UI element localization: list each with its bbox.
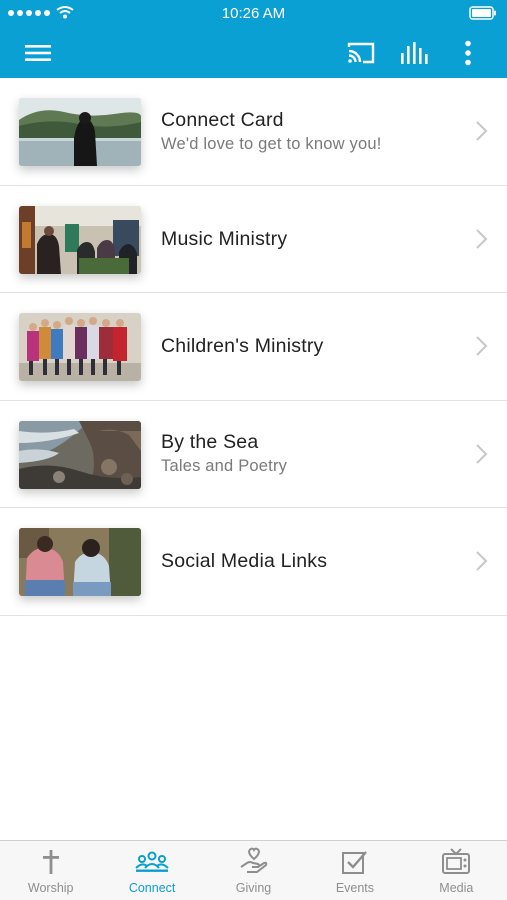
chevron-right-icon xyxy=(476,336,488,356)
battery-icon xyxy=(469,6,497,24)
tab-events[interactable]: Events xyxy=(304,841,405,900)
music-ministry-thumbnail xyxy=(19,205,141,274)
tab-label: Giving xyxy=(235,881,272,895)
equalizer-icon[interactable] xyxy=(395,28,435,78)
cross-icon xyxy=(41,841,61,877)
menu-icon[interactable] xyxy=(18,28,58,78)
status-time: 10:26 AM xyxy=(221,5,286,22)
nav-bar xyxy=(0,28,507,78)
list-item-connect-card[interactable]: Connect Card We'd love to get to know yo… xyxy=(0,78,507,186)
tab-connect[interactable]: Connect xyxy=(101,841,202,900)
list-item-title: Social Media Links xyxy=(161,550,328,573)
childrens-ministry-thumbnail xyxy=(19,313,141,381)
status-bar: 10:26 AM xyxy=(0,0,507,28)
tab-bar: Worship Connect Giving Events Media xyxy=(0,840,507,900)
by-the-sea-thumbnail xyxy=(19,420,141,489)
connect-card-thumbnail xyxy=(19,98,141,166)
tab-label: Worship xyxy=(27,881,74,895)
list-item-subtitle: We'd love to get to know you! xyxy=(161,134,382,153)
list-item-childrens-ministry[interactable]: Children's Ministry xyxy=(0,293,507,401)
checkbox-icon xyxy=(341,841,369,877)
tv-icon xyxy=(441,841,471,877)
chevron-right-icon xyxy=(476,551,488,571)
tab-label: Connect xyxy=(128,881,176,895)
social-media-links-thumbnail xyxy=(19,528,141,596)
list-item-title: Music Ministry xyxy=(161,227,288,250)
tab-giving[interactable]: Giving xyxy=(203,841,304,900)
tab-media[interactable]: Media xyxy=(406,841,507,900)
list-item-music-ministry[interactable]: Music Ministry xyxy=(0,185,507,293)
chevron-right-icon xyxy=(476,121,488,141)
list-item-title: By the Sea xyxy=(161,431,259,454)
tab-worship[interactable]: Worship xyxy=(0,841,101,900)
list-item-subtitle: Tales and Poetry xyxy=(161,457,288,476)
giving-hand-icon xyxy=(239,841,269,877)
connect-list: Connect Card We'd love to get to know yo… xyxy=(0,78,507,616)
list-item-by-the-sea[interactable]: By the Sea Tales and Poetry xyxy=(0,400,507,508)
list-item-title: Children's Ministry xyxy=(161,335,324,358)
chevron-right-icon xyxy=(476,444,488,464)
group-icon xyxy=(135,841,169,877)
more-vertical-icon[interactable] xyxy=(450,28,486,78)
tab-label: Media xyxy=(439,881,474,895)
chevron-right-icon xyxy=(476,229,488,249)
cast-icon[interactable] xyxy=(340,28,382,78)
list-item-social-media-links[interactable]: Social Media Links xyxy=(0,508,507,616)
list-item-title: Connect Card xyxy=(161,108,284,131)
tab-label: Events xyxy=(335,881,375,895)
